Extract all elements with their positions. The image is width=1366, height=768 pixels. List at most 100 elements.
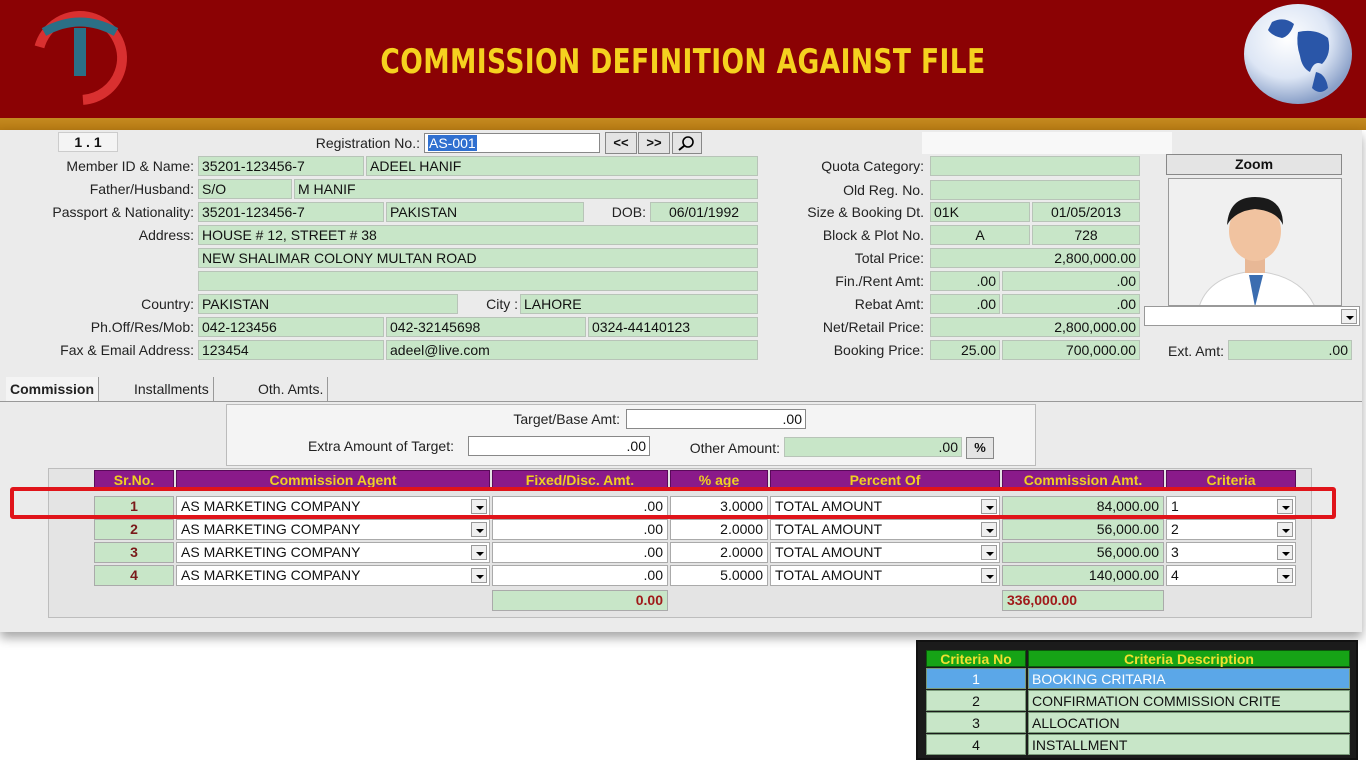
row-4-criteria: 4 [1171,567,1179,583]
booking-date-field[interactable]: 01/05/2013 [1032,202,1140,222]
fax-label: Fax & Email Address: [60,342,194,358]
tab-other-amounts[interactable]: Oth. Amts. [254,377,329,401]
tab-installments[interactable]: Installments [130,377,214,401]
percent-button[interactable]: % [966,437,994,459]
registration-field[interactable]: AS-001 [424,133,600,153]
row-2-criteria: 2 [1171,521,1179,537]
prev-record-button[interactable]: << [605,132,637,154]
criteria-row-4-no[interactable]: 4 [926,734,1026,755]
address-line3[interactable] [198,271,758,291]
passport-field[interactable]: 35201-123456-7 [198,202,384,222]
row-3-pct[interactable]: 2.0000 [670,542,768,563]
row-4-criteria-select[interactable]: 4 [1166,565,1296,586]
header-banner: COMMISSION DEFINITION AGAINST FILE [0,0,1366,118]
email-field[interactable]: adeel@live.com [386,340,758,360]
size-field[interactable]: 01K [930,202,1030,222]
nationality-field[interactable]: PAKISTAN [386,202,584,222]
rebat-label: Rebat Amt: [854,296,924,312]
criteria-row-3-no[interactable]: 3 [926,712,1026,733]
next-record-button[interactable]: >> [638,132,670,154]
row-4-sr: 4 [94,565,174,586]
total-comm-amt: 336,000.00 [1002,590,1164,611]
member-id-field[interactable]: 35201-123456-7 [198,156,364,176]
row-3-comm-amt: 56,000.00 [1002,542,1164,563]
net-price-field[interactable]: 2,800,000.00 [930,317,1140,337]
rebat-pct-field[interactable]: .00 [930,294,1000,314]
booking-amt-field[interactable]: 700,000.00 [1002,340,1140,360]
row-2-percent-of-select[interactable]: TOTAL AMOUNT [770,519,1000,540]
row-3-percent-of-select[interactable]: TOTAL AMOUNT [770,542,1000,563]
other-amount-field[interactable]: .00 [784,437,962,457]
search-button[interactable] [672,132,702,154]
row-3-criteria-select[interactable]: 3 [1166,542,1296,563]
father-name-field[interactable]: M HANIF [294,179,758,199]
criteria-row-4-desc[interactable]: INSTALLMENT [1028,734,1350,755]
photo-select-dropdown[interactable] [1144,306,1360,326]
relation-field[interactable]: S/O [198,179,292,199]
criteria-row-1-desc[interactable]: BOOKING CRITARIA [1028,668,1350,689]
booking-price-label: Booking Price: [833,342,924,358]
row-3-fixed[interactable]: .00 [492,542,668,563]
member-name-field[interactable]: ADEEL HANIF [366,156,758,176]
row-4-pct[interactable]: 5.0000 [670,565,768,586]
chevron-down-icon [1341,309,1357,324]
criteria-row-1-no[interactable]: 1 [926,668,1026,689]
father-label: Father/Husband: [89,181,194,197]
ext-amt-field[interactable]: .00 [1228,340,1352,360]
criteria-no-header: Criteria No [926,650,1026,667]
member-photo [1168,178,1342,306]
criteria-row-2-no[interactable]: 2 [926,690,1026,711]
fin-rent-amt-field[interactable]: .00 [1002,271,1140,291]
row-3-agent-select[interactable]: AS MARKETING COMPANY [176,542,490,563]
quota-label: Quota Category: [821,158,924,174]
quota-field[interactable] [930,156,1140,176]
rebat-amt-field[interactable]: .00 [1002,294,1140,314]
total-price-label: Total Price: [854,250,924,266]
row-4-agent-select[interactable]: AS MARKETING COMPANY [176,565,490,586]
address-line2[interactable]: NEW SHALIMAR COLONY MULTAN ROAD [198,248,758,268]
fin-rent-pct-field[interactable]: .00 [930,271,1000,291]
row-2-fixed[interactable]: .00 [492,519,668,540]
chevron-down-icon [471,545,487,560]
chevron-down-icon [471,568,487,583]
row-3-criteria: 3 [1171,544,1179,560]
phone-res-field[interactable]: 042-32145698 [386,317,586,337]
target-field[interactable]: .00 [626,409,806,429]
oldreg-label: Old Reg. No. [843,182,924,198]
zoom-button[interactable]: Zoom [1166,154,1342,175]
total-fixed-amt: 0.00 [492,590,668,611]
oldreg-field[interactable] [930,180,1140,200]
phone-mob-field[interactable]: 0324-44140123 [588,317,758,337]
row-4-agent: AS MARKETING COMPANY [181,567,361,583]
booking-pct-field[interactable]: 25.00 [930,340,1000,360]
phone-office-field[interactable]: 042-123456 [198,317,384,337]
city-field[interactable]: LAHORE [520,294,758,314]
row-3-percent-of: TOTAL AMOUNT [775,544,883,560]
row-2-agent-select[interactable]: AS MARKETING COMPANY [176,519,490,540]
commission-form-window: 1 . 1 Registration No.: AS-001 << >> Mem… [0,130,1362,632]
country-label: Country: [141,296,194,312]
total-price-field[interactable]: 2,800,000.00 [930,248,1140,268]
country-field[interactable]: PAKISTAN [198,294,458,314]
tab-commission[interactable]: Commission [6,377,100,401]
company-logo [33,11,127,105]
criteria-row-2-desc[interactable]: CONFIRMATION COMMISSION CRITE [1028,690,1350,711]
block-field[interactable]: A [930,225,1030,245]
row-1-highlight-box [10,487,1336,519]
row-4-percent-of-select[interactable]: TOTAL AMOUNT [770,565,1000,586]
fax-field[interactable]: 123454 [198,340,384,360]
page-title: COMMISSION DEFINITION AGAINST FILE [380,42,986,82]
address-line1[interactable]: HOUSE # 12, STREET # 38 [198,225,758,245]
row-4-fixed[interactable]: .00 [492,565,668,586]
city-label: City : [486,296,518,312]
row-2-pct[interactable]: 2.0000 [670,519,768,540]
dob-field[interactable]: 06/01/1992 [650,202,758,222]
percent-icon: % [974,440,986,455]
criteria-row-3-desc[interactable]: ALLOCATION [1028,712,1350,733]
extra-target-label: Extra Amount of Target: [307,438,454,454]
row-4-comm-amt: 140,000.00 [1002,565,1164,586]
row-2-criteria-select[interactable]: 2 [1166,519,1296,540]
row-3-sr: 3 [94,542,174,563]
plot-field[interactable]: 728 [1032,225,1140,245]
extra-target-field[interactable]: .00 [468,436,650,456]
